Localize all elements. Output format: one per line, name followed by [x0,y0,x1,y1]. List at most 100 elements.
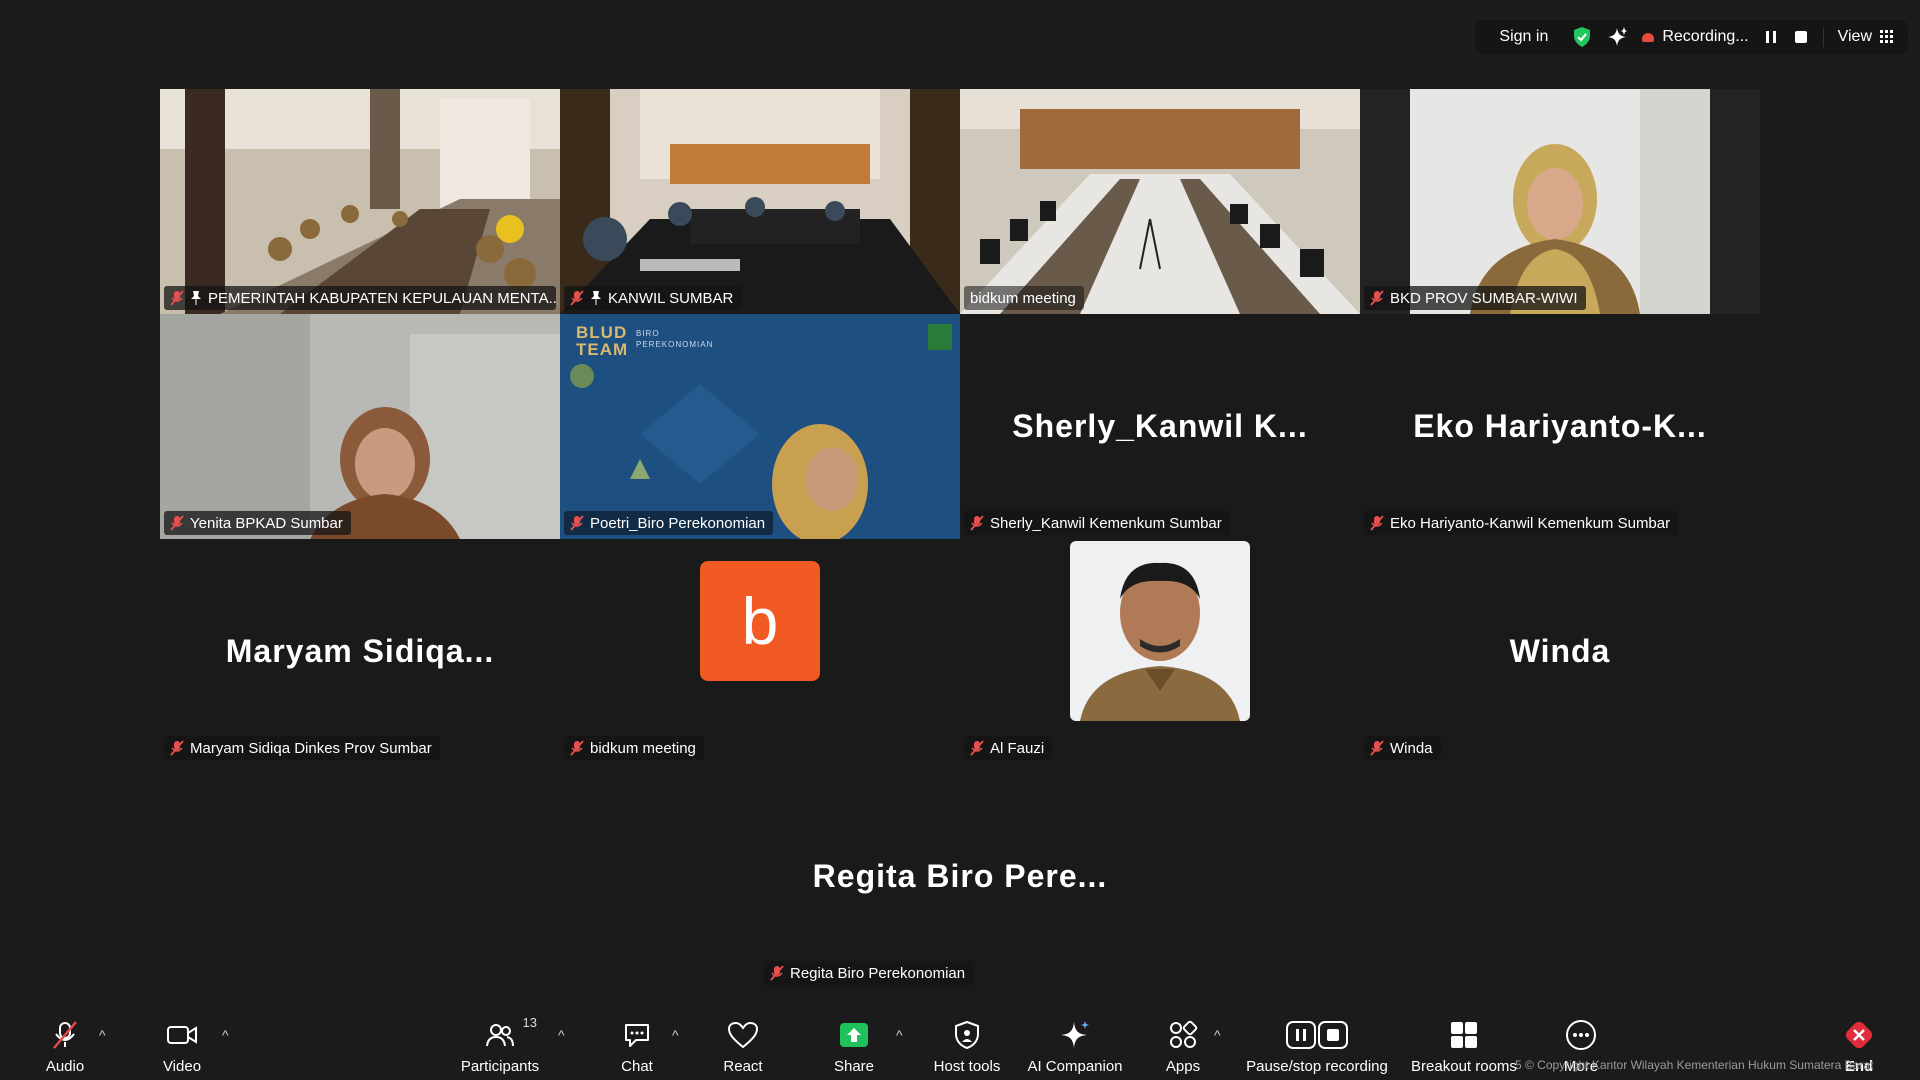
chat-icon [622,1019,652,1051]
video-tile-off[interactable]: Winda Winda [1360,539,1760,764]
ai-sparkle-icon[interactable] [1606,26,1628,48]
participant-name: KANWIL SUMBAR [608,289,734,307]
participant-display-name: Regita Biro Pere... [812,858,1108,894]
apps-icon [1168,1019,1198,1051]
participant-name: Al Fauzi [990,739,1045,757]
video-gallery: PEMERINTAH KABUPATEN KEPULAUAN MENTA... … [0,70,1920,1005]
pause-stop-label: Pause/stop recording [1246,1058,1388,1075]
avatar-letter: b [741,584,779,658]
participant-display-name: Eko Hariyanto-K... [1413,408,1707,444]
apps-button[interactable]: Apps [1158,1019,1208,1075]
muted-mic-icon [170,290,184,306]
muted-mic-icon [50,1019,80,1051]
muted-mic-icon [1370,515,1384,531]
brand-title: BLUD TEAM [576,323,629,359]
apps-options-chevron-icon[interactable]: ^ [1214,1027,1221,1043]
participant-nametag: BKD PROV SUMBAR-WIWI [1364,286,1586,310]
host-tools-button[interactable]: Host tools [927,1019,1007,1075]
video-camera-icon [166,1019,198,1051]
shield-check-icon[interactable] [1572,26,1592,48]
pause-stop-recording-icon [1285,1019,1349,1051]
top-controls: Sign in Recording... View [1475,20,1908,54]
muted-mic-icon [570,290,584,306]
participant-nametag: Yenita BPKAD Sumbar [164,511,351,535]
participant-video [160,314,560,539]
participant-nametag: Al Fauzi [964,736,1053,760]
video-label: Video [162,1058,202,1075]
participant-video [160,89,560,314]
recording-label: Recording... [1662,28,1749,45]
video-tile-off[interactable]: b bidkum meeting [560,539,960,764]
top-bar: Sign in Recording... View [0,0,1920,70]
breakout-rooms-button[interactable]: Breakout rooms [1409,1019,1519,1075]
participant-name: Yenita BPKAD Sumbar [190,514,343,532]
video-tile[interactable]: PEMERINTAH KABUPATEN KEPULAUAN MENTA... [160,89,560,314]
participants-icon: 13 [485,1015,537,1051]
ai-companion-button[interactable]: AI Companion [1024,1019,1126,1075]
heart-icon [727,1019,759,1051]
view-label: View [1837,28,1872,45]
video-button[interactable]: Video [157,1019,207,1075]
participant-name: Regita Biro Perekonomian [790,964,966,982]
chat-button[interactable]: Chat [612,1019,662,1075]
participants-button[interactable]: 13 Participants [455,1015,545,1075]
avatar [1070,541,1250,721]
video-tile[interactable]: KANWIL SUMBAR [560,89,960,314]
video-options-chevron-icon[interactable]: ^ [222,1027,229,1043]
muted-mic-icon [770,965,784,981]
audio-options-chevron-icon[interactable]: ^ [99,1027,106,1043]
share-button[interactable]: Share [829,1019,879,1075]
participant-nametag: Maryam Sidiqa Dinkes Prov Sumbar [164,736,440,760]
pin-icon [190,290,202,306]
video-tile[interactable]: Yenita BPKAD Sumbar [160,314,560,539]
audio-button[interactable]: Audio [40,1019,90,1075]
participant-name: bidkum meeting [590,739,696,757]
participant-video [560,89,960,314]
muted-mic-icon [1370,290,1384,306]
participant-name: Maryam Sidiqa Dinkes Prov Sumbar [190,739,432,757]
video-tile-active-speaker[interactable]: bidkum meeting [960,89,1360,314]
participant-nametag: bidkum meeting [564,736,704,760]
muted-mic-icon [970,515,984,531]
video-tile[interactable]: BLUD TEAM BIRO PEREKONOMIAN Poetri_Biro … [560,314,960,539]
participant-display-name: Sherly_Kanwil K... [1012,408,1308,444]
participants-options-chevron-icon[interactable]: ^ [558,1027,565,1043]
view-button[interactable]: View [1838,28,1894,46]
video-tile-off[interactable]: Al Fauzi [960,539,1360,764]
chat-label: Chat [621,1058,653,1075]
share-label: Share [833,1058,875,1075]
video-tile-off[interactable]: Regita Biro Pere... Regita Biro Perekono… [760,764,1160,989]
host-tools-label: Host tools [933,1058,1001,1075]
muted-mic-icon [570,740,584,756]
participant-video [960,89,1360,314]
pause-stop-recording-button[interactable]: Pause/stop recording [1243,1019,1391,1075]
participant-display-name: Maryam Sidiqa... [225,633,495,669]
video-tile-off[interactable]: Sherly_Kanwil K... Sherly_Kanwil Kemenku… [960,314,1360,539]
stop-recording-icon[interactable] [1793,29,1809,45]
participant-display-name: Winda [1509,633,1611,669]
muted-mic-icon [570,515,584,531]
video-tile[interactable]: BKD PROV SUMBAR-WIWI [1360,89,1760,314]
audio-label: Audio [45,1058,85,1075]
pause-recording-icon[interactable] [1763,29,1779,45]
react-button[interactable]: React [718,1019,768,1075]
video-tile-off[interactable]: Maryam Sidiqa... Maryam Sidiqa Dinkes Pr… [160,539,560,764]
apps-label: Apps [1165,1058,1201,1075]
ai-companion-label: AI Companion [1027,1058,1123,1075]
recording-indicator[interactable]: Recording... [1642,28,1749,46]
avatar: b [700,561,820,681]
muted-mic-icon [170,515,184,531]
participant-nametag: Eko Hariyanto-Kanwil Kemenkum Sumbar [1364,511,1679,535]
divider [1822,27,1824,47]
chat-options-chevron-icon[interactable]: ^ [672,1027,679,1043]
end-call-icon [1844,1019,1874,1051]
share-screen-icon [838,1019,870,1051]
video-tile-off[interactable]: Eko Hariyanto-K... Eko Hariyanto-Kanwil … [1360,314,1760,539]
muted-mic-icon [970,740,984,756]
shield-icon [953,1019,981,1051]
participant-nametag: Winda [1364,736,1441,760]
participant-name: Winda [1390,739,1433,757]
recording-icon [1642,32,1655,42]
share-options-chevron-icon[interactable]: ^ [896,1027,903,1043]
sign-in-link[interactable]: Sign in [1489,28,1558,46]
